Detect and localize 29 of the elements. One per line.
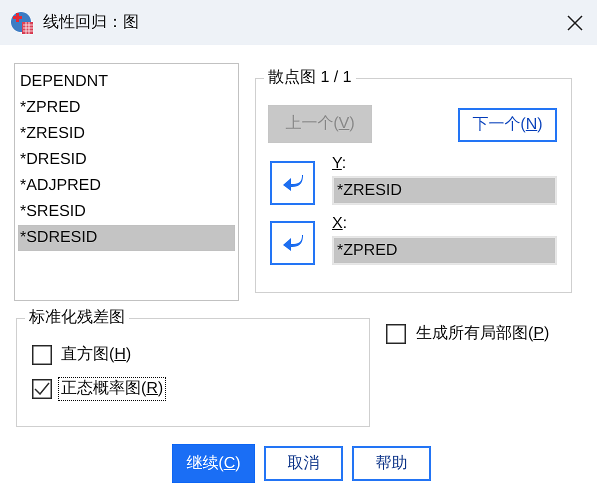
variable-field[interactable]: *ZPRED [332, 236, 557, 265]
next-button[interactable]: 下一个(N) [458, 108, 557, 142]
checkbox[interactable] [32, 345, 52, 365]
dialog-button[interactable]: 帮助 [352, 446, 431, 481]
arrow-icon [282, 174, 304, 192]
variable-item[interactable]: *DRESID [18, 147, 235, 173]
variable-item[interactable]: *ADJPRED [18, 173, 235, 199]
checkbox[interactable] [386, 324, 406, 344]
field-label: Y: [332, 155, 348, 173]
checkbox-label: 直方图(H) [60, 344, 132, 365]
move-button[interactable] [270, 221, 315, 265]
variable-field[interactable]: *ZRESID [332, 176, 557, 205]
variable-item[interactable]: *SDRESID [18, 225, 235, 251]
dialog-button[interactable]: 取消 [264, 446, 343, 481]
app-icon [10, 10, 34, 34]
variable-list[interactable]: DEPENDNT *ZPRED *ZRESID *DRESID *ADJPRED *SRESID *SDRESID [14, 63, 239, 301]
field-label: X: [332, 215, 348, 233]
arrow-icon [282, 234, 304, 252]
close-icon[interactable] [567, 14, 583, 30]
checkbox[interactable] [32, 379, 52, 399]
move-button[interactable] [270, 161, 315, 205]
checkbox-label: 生成所有局部图(P) [416, 324, 550, 344]
variable-item[interactable]: *ZRESID [18, 121, 235, 147]
window-title: 线性回归：图 [43, 12, 139, 32]
dialog-button[interactable]: 继续(C) [172, 444, 255, 483]
variable-item[interactable]: *SRESID [18, 199, 235, 225]
checkbox-label: 正态概率图(R) [58, 377, 166, 401]
variable-item[interactable]: *ZPRED [18, 95, 235, 121]
variable-item[interactable]: DEPENDNT [18, 69, 235, 95]
